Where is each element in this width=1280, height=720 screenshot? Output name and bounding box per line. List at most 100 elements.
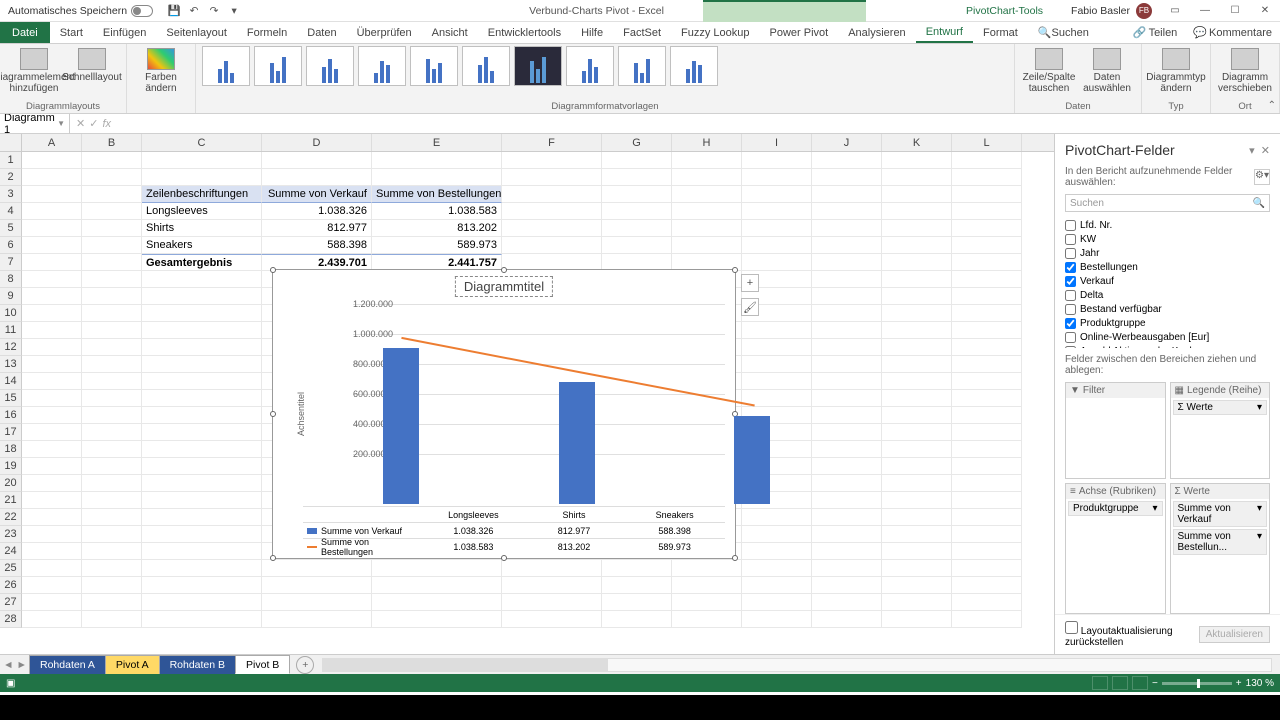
cell[interactable] <box>952 254 1022 271</box>
cell[interactable] <box>22 492 82 509</box>
cell[interactable] <box>742 560 812 577</box>
cell[interactable] <box>812 509 882 526</box>
cell[interactable] <box>22 220 82 237</box>
cell[interactable] <box>952 339 1022 356</box>
cell[interactable] <box>952 577 1022 594</box>
cell[interactable] <box>882 509 952 526</box>
cell[interactable] <box>812 458 882 475</box>
select-all-corner[interactable] <box>0 134 22 151</box>
column-header[interactable]: L <box>952 134 1022 151</box>
zoom-in-icon[interactable]: + <box>1236 678 1242 689</box>
close-icon[interactable]: ✕ <box>1250 0 1280 22</box>
cell[interactable] <box>952 169 1022 186</box>
cell[interactable] <box>812 339 882 356</box>
cell[interactable] <box>742 373 812 390</box>
comments-button[interactable]: 💬 Kommentare <box>1185 22 1280 43</box>
cell[interactable] <box>812 373 882 390</box>
cell[interactable] <box>812 560 882 577</box>
tab-ueberpruefen[interactable]: Überprüfen <box>347 22 422 43</box>
field-item[interactable]: Verkauf <box>1065 274 1270 288</box>
close-pane-icon[interactable]: ✕ <box>1261 145 1270 157</box>
cell[interactable] <box>882 305 952 322</box>
cell[interactable] <box>82 271 142 288</box>
cell[interactable] <box>882 424 952 441</box>
cell[interactable] <box>952 543 1022 560</box>
values-area[interactable]: Σ Werte Summe von Verkauf▾ Summe von Bes… <box>1170 483 1271 615</box>
autosave-toggle[interactable]: Automatisches Speichern <box>0 5 161 17</box>
search[interactable]: 🔍 Suchen <box>1028 22 1099 43</box>
cell[interactable] <box>82 254 142 271</box>
undo-icon[interactable]: ↶ <box>187 4 201 18</box>
cell[interactable]: 812.977 <box>262 220 372 237</box>
cell[interactable] <box>742 509 812 526</box>
chart-style-6[interactable] <box>462 46 510 86</box>
cell[interactable] <box>22 594 82 611</box>
cell[interactable] <box>882 271 952 288</box>
cell[interactable] <box>82 560 142 577</box>
cell[interactable] <box>22 169 82 186</box>
cell[interactable] <box>882 611 952 628</box>
chart-style-4[interactable] <box>358 46 406 86</box>
cell[interactable] <box>952 390 1022 407</box>
cell[interactable] <box>742 220 812 237</box>
cell[interactable] <box>142 543 262 560</box>
cell[interactable] <box>502 220 602 237</box>
cell[interactable] <box>812 356 882 373</box>
tab-einfuegen[interactable]: Einfügen <box>93 22 156 43</box>
cell[interactable]: Summe von Verkauf <box>262 186 372 203</box>
cell[interactable] <box>812 390 882 407</box>
cell[interactable] <box>882 475 952 492</box>
cell[interactable] <box>672 237 742 254</box>
cell[interactable] <box>952 407 1022 424</box>
cell[interactable] <box>672 220 742 237</box>
cell[interactable] <box>22 441 82 458</box>
cell[interactable] <box>812 203 882 220</box>
tab-fuzzy-lookup[interactable]: Fuzzy Lookup <box>671 22 759 43</box>
cell[interactable] <box>882 152 952 169</box>
cell[interactable] <box>742 237 812 254</box>
cell[interactable] <box>882 577 952 594</box>
filter-area[interactable]: ▼ Filter <box>1065 382 1166 479</box>
quick-layout-button[interactable]: Schnelllayout <box>64 46 120 85</box>
cell[interactable] <box>812 407 882 424</box>
field-item[interactable]: Jahr <box>1065 246 1270 260</box>
cell[interactable] <box>142 492 262 509</box>
field-item[interactable]: Bestand verfügbar <box>1065 302 1270 316</box>
cell[interactable] <box>372 611 502 628</box>
cell[interactable] <box>142 441 262 458</box>
field-item[interactable]: Delta <box>1065 288 1270 302</box>
cell[interactable] <box>22 526 82 543</box>
cell[interactable] <box>82 186 142 203</box>
cell[interactable] <box>262 577 372 594</box>
cell[interactable] <box>142 560 262 577</box>
cell[interactable] <box>82 373 142 390</box>
cell[interactable] <box>22 152 82 169</box>
cell[interactable] <box>82 475 142 492</box>
cell[interactable] <box>22 254 82 271</box>
chart-style-8[interactable] <box>566 46 614 86</box>
select-data-button[interactable]: Daten auswählen <box>1079 46 1135 96</box>
cell[interactable] <box>952 305 1022 322</box>
column-header[interactable]: I <box>742 134 812 151</box>
cell[interactable] <box>672 594 742 611</box>
cell[interactable] <box>82 203 142 220</box>
cell[interactable] <box>82 288 142 305</box>
cell[interactable] <box>22 356 82 373</box>
chart-style-3[interactable] <box>306 46 354 86</box>
cell[interactable] <box>742 594 812 611</box>
cell[interactable] <box>882 186 952 203</box>
cell[interactable] <box>142 475 262 492</box>
cell[interactable] <box>602 560 672 577</box>
cell[interactable]: Longsleeves <box>142 203 262 220</box>
cell[interactable] <box>672 152 742 169</box>
cell[interactable] <box>142 577 262 594</box>
cell[interactable] <box>22 288 82 305</box>
chart-style-5[interactable] <box>410 46 458 86</box>
cancel-formula-icon[interactable]: ✕ <box>76 117 85 130</box>
chart-style-1[interactable] <box>202 46 250 86</box>
cell[interactable] <box>742 611 812 628</box>
cell[interactable] <box>502 203 602 220</box>
cell[interactable] <box>952 509 1022 526</box>
cell[interactable] <box>742 577 812 594</box>
cell[interactable] <box>82 390 142 407</box>
